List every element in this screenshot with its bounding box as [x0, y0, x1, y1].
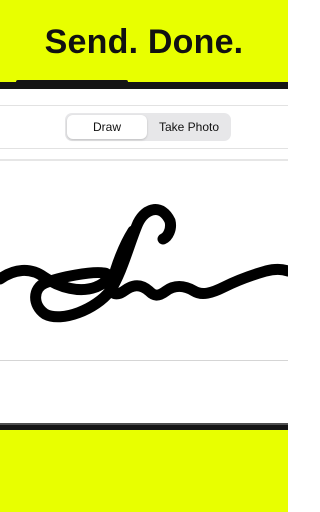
hero-banner: Send. Done. — [0, 0, 288, 82]
footer-banner — [0, 430, 288, 512]
signature-stroke — [0, 204, 294, 323]
draw-tab[interactable]: Draw — [67, 115, 147, 139]
hero-bottom-bar — [0, 82, 288, 89]
signature-canvas[interactable] — [0, 161, 294, 360]
hero-title: Send. Done. — [44, 23, 244, 61]
spacer — [0, 89, 288, 105]
signature-baseline — [0, 360, 288, 361]
take-photo-tab[interactable]: Take Photo — [149, 115, 229, 139]
signature-drawing — [0, 204, 294, 323]
mode-toolbar: Draw Take Photo — [0, 105, 288, 149]
mode-segmented-control: Draw Take Photo — [65, 113, 231, 141]
